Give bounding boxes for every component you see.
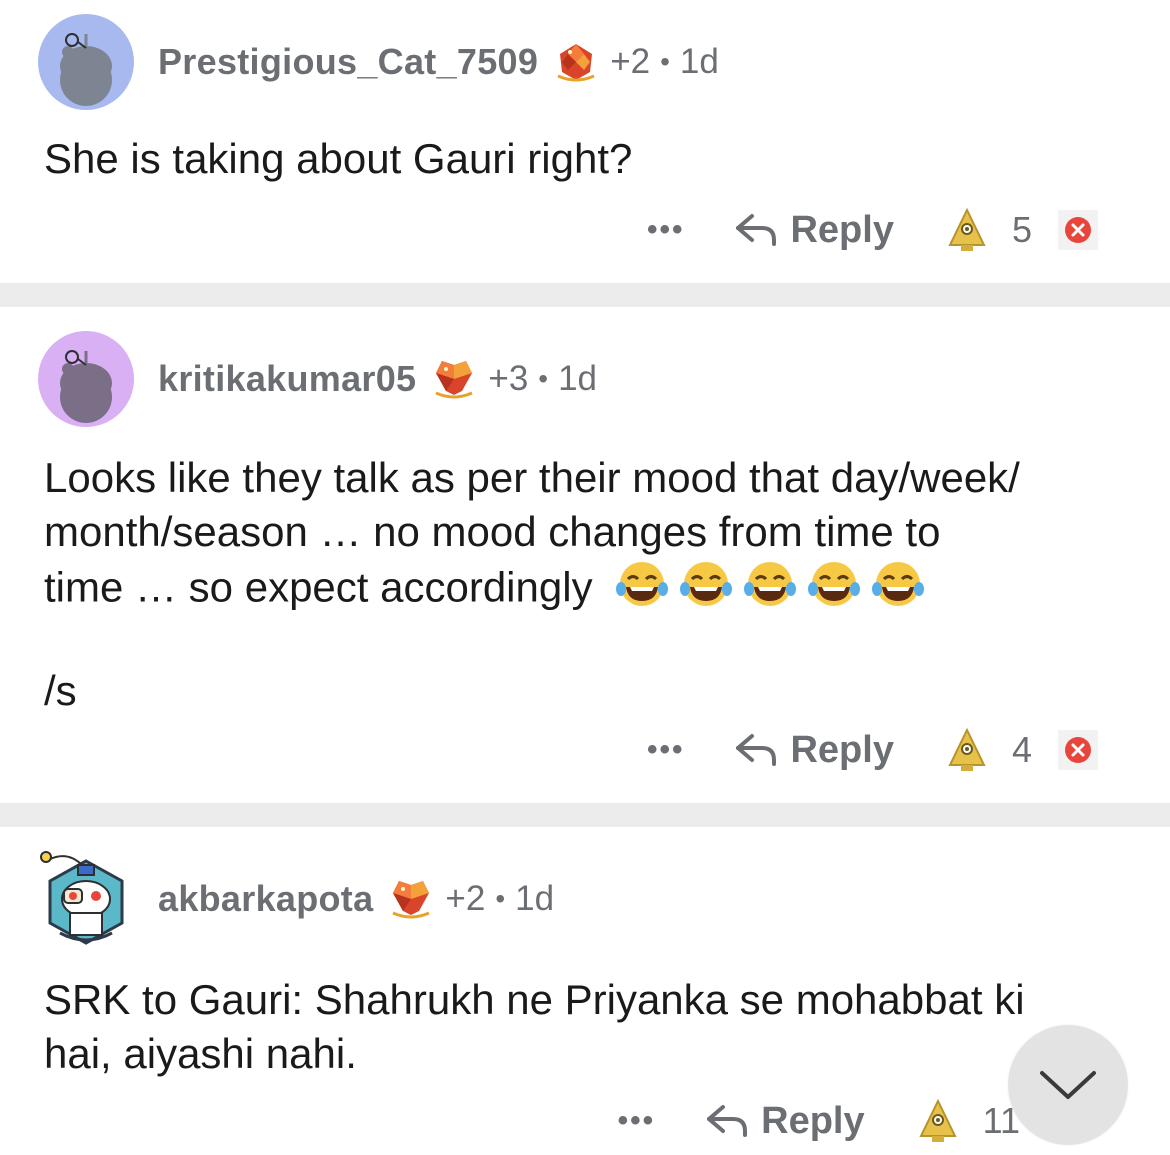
reply-button[interactable]: Reply — [705, 1099, 865, 1143]
close-icon — [1065, 737, 1091, 763]
comment-3: akbarkapota +2 • 1d SRK to Gauri: Shahru… — [0, 827, 1170, 1155]
gold-award-icon[interactable] — [944, 207, 990, 253]
comment-body: She is taking about Gauri right? — [44, 132, 1130, 186]
avatar[interactable] — [38, 331, 134, 427]
chevron-down-icon — [1040, 1071, 1096, 1099]
comment-text-line: time … so expect accordingly — [44, 559, 1130, 622]
comment-body: SRK to Gauri: Shahrukh ne Priyanka se mo… — [44, 973, 1130, 1081]
laughing-emoji-row — [612, 559, 932, 622]
reply-button[interactable]: Reply — [734, 208, 894, 252]
comment-divider — [0, 803, 1170, 827]
laughing-emoji-icons — [616, 562, 925, 606]
comment-text-line: month/season … no mood changes from time… — [44, 508, 941, 555]
comment-header: Prestigious_Cat_7509 +2 • 1d — [38, 14, 719, 110]
karma-count: +2 — [610, 42, 651, 81]
reply-arrow-icon — [736, 734, 777, 766]
comment-divider — [0, 283, 1170, 307]
vote-score: 4 — [1011, 729, 1032, 770]
comment-text-line: hai, aiyashi nahi. — [44, 1030, 357, 1077]
gem-award-icon — [392, 881, 431, 919]
username[interactable]: kritikakumar05 — [158, 358, 416, 400]
comment-actions: ••• Reply 5 — [647, 200, 1098, 260]
comment-header: kritikakumar05 +3 • 1d — [38, 331, 597, 427]
reply-arrow-icon — [707, 1105, 748, 1137]
reply-label: Reply — [790, 728, 894, 771]
reply-label: Reply — [761, 1099, 865, 1142]
close-icon — [1065, 217, 1091, 243]
dismiss-button[interactable] — [1058, 210, 1098, 250]
more-options-button[interactable]: ••• — [618, 1104, 656, 1138]
comment-text-line: /s — [44, 667, 77, 714]
comment-text-line: SRK to Gauri: Shahrukh ne Priyanka se mo… — [44, 976, 1025, 1023]
comment-age: 1d — [679, 42, 719, 81]
dismiss-button[interactable] — [1058, 730, 1098, 770]
snoo-avatar-icon — [60, 350, 112, 423]
separator-dot: • — [660, 46, 670, 77]
username[interactable]: Prestigious_Cat_7509 — [158, 41, 538, 83]
snoo-avatar-icon — [60, 33, 112, 106]
custom-snoo-avatar-icon — [40, 851, 124, 945]
vote-score: 5 — [1011, 209, 1032, 250]
karma-count: +3 — [488, 359, 529, 398]
avatar[interactable] — [38, 851, 134, 947]
avatar[interactable] — [38, 14, 134, 110]
comment-1: Prestigious_Cat_7509 +2 • 1d She is taki… — [0, 0, 1170, 283]
reply-label: Reply — [790, 208, 894, 251]
scroll-down-button[interactable] — [1008, 1025, 1128, 1145]
separator-dot: • — [538, 363, 549, 394]
gem-award-icon — [435, 361, 473, 399]
comment-header: akbarkapota +2 • 1d — [38, 851, 554, 947]
username[interactable]: akbarkapota — [158, 878, 373, 920]
comment-text: She is taking about Gauri right? — [44, 135, 633, 182]
reply-arrow-icon — [736, 214, 777, 246]
more-options-button[interactable]: ••• — [647, 733, 685, 767]
comment-2: kritikakumar05 +3 • 1d Looks like they t… — [0, 307, 1170, 803]
comment-body: Looks like they talk as per their mood t… — [44, 451, 1130, 718]
separator-dot: • — [495, 883, 506, 914]
gold-award-icon[interactable] — [915, 1098, 961, 1144]
karma-count: +2 — [445, 879, 486, 918]
comment-age: 1d — [558, 359, 598, 398]
comment-age: 1d — [515, 879, 555, 918]
reply-button[interactable]: Reply — [734, 728, 894, 772]
gem-award-icon — [557, 44, 595, 82]
comment-actions: ••• Reply 4 — [647, 720, 1098, 780]
gold-award-icon[interactable] — [944, 727, 990, 773]
more-options-button[interactable]: ••• — [647, 213, 685, 247]
comment-text-segment: time … so expect accordingly — [44, 563, 593, 611]
comment-text-line: Looks like they talk as per their mood t… — [44, 454, 1020, 501]
